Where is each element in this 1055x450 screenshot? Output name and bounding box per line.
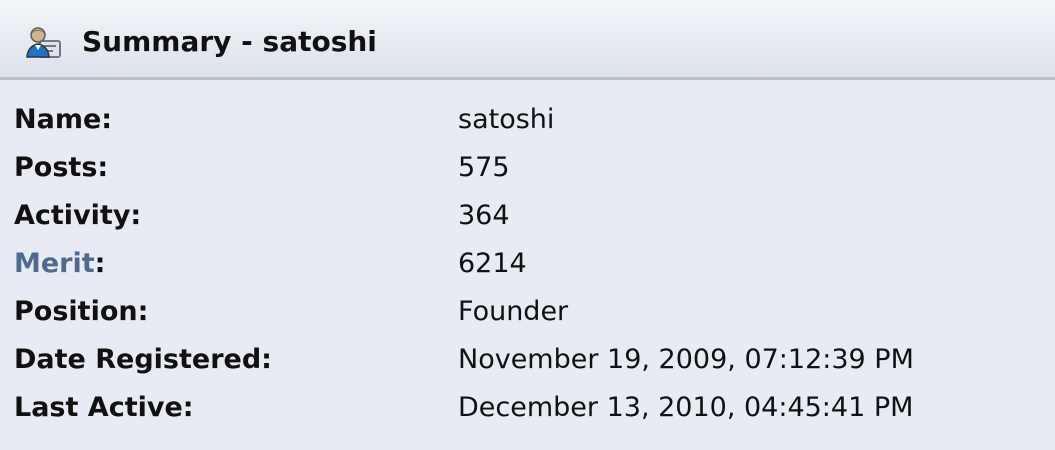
summary-row-last-active: Last Active: December 13, 2010, 04:45:41… <box>0 384 1055 432</box>
summary-label-position: Position: <box>14 296 149 327</box>
summary-label-last-active: Last Active: <box>14 392 194 423</box>
summary-value-activity: 364 <box>458 200 510 231</box>
page-title: Summary - satoshi <box>82 25 377 58</box>
summary-row-posts: Posts: 575 <box>0 144 1055 192</box>
summary-value-last-active: December 13, 2010, 04:45:41 PM <box>458 392 914 423</box>
summary-value-date-registered: November 19, 2009, 07:12:39 PM <box>458 344 914 375</box>
summary-row-position: Position: Founder <box>0 288 1055 336</box>
summary-value-name: satoshi <box>458 104 555 135</box>
summary-value-posts: 575 <box>458 152 510 183</box>
summary-label-posts: Posts: <box>14 152 109 183</box>
summary-label-activity: Activity: <box>14 200 142 231</box>
summary-value-merit: 6214 <box>458 248 527 279</box>
summary-value-position: Founder <box>458 296 569 327</box>
summary-row-date-registered: Date Registered: November 19, 2009, 07:1… <box>0 336 1055 384</box>
summary-label-merit: Merit: <box>14 240 105 288</box>
summary-label-name: Name: <box>14 104 113 135</box>
summary-row-activity: Activity: 364 <box>0 192 1055 240</box>
summary-row-merit: Merit: 6214 <box>0 240 1055 288</box>
summary-row-name: Name: satoshi <box>0 96 1055 144</box>
user-profile-icon <box>24 23 64 63</box>
merit-link[interactable]: Merit <box>14 248 95 279</box>
merit-label-colon: : <box>94 248 106 279</box>
summary-table: Name: satoshi Posts: 575 Activity: 364 M… <box>0 80 1055 450</box>
summary-header: Summary - satoshi <box>0 0 1055 80</box>
summary-label-date-registered: Date Registered: <box>14 344 272 375</box>
